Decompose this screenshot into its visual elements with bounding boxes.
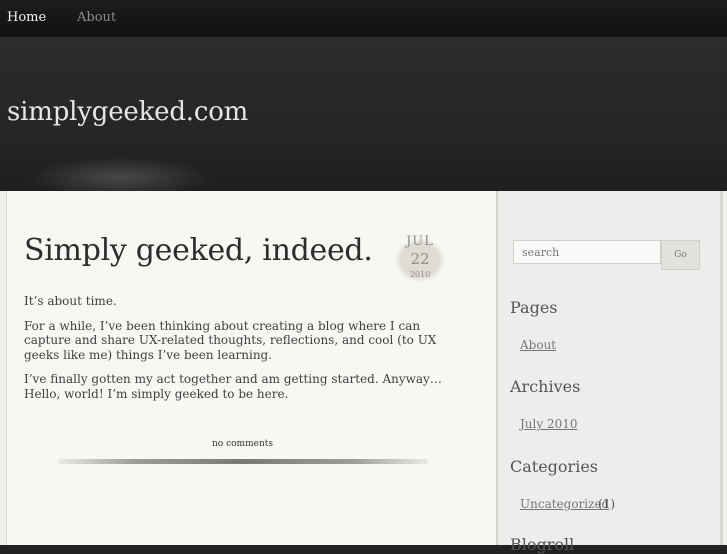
post-paragraph: For a while, I’ve been thinking about cr… xyxy=(24,318,437,362)
search-input[interactable] xyxy=(513,240,661,264)
nav-home-link[interactable]: Home xyxy=(7,10,46,25)
search-go-button[interactable]: Go xyxy=(661,240,700,270)
post-body: It’s about time. For a while, I’ve been … xyxy=(24,294,454,411)
post-date-day: 22 xyxy=(410,250,430,268)
category-count: (1) xyxy=(598,497,615,511)
post-date-month: JUL xyxy=(406,234,434,249)
archive-july-2010-link[interactable]: July 2010 xyxy=(520,417,578,431)
widget-title-categories: Categories xyxy=(510,457,598,476)
post-title[interactable]: Simply geeked, indeed. xyxy=(24,233,373,268)
widget-title-archives: Archives xyxy=(510,377,581,396)
category-uncategorized-link[interactable]: Uncategorized xyxy=(520,497,609,511)
pages-about-link[interactable]: About xyxy=(520,338,556,352)
site-title[interactable]: simplygeeked.com xyxy=(7,97,248,127)
post-divider xyxy=(58,459,428,464)
nav-about-link[interactable]: About xyxy=(77,10,116,25)
post-paragraph: It’s about time. xyxy=(24,294,117,308)
site-header: simplygeeked.com xyxy=(0,38,727,191)
top-nav: Home About xyxy=(0,0,727,38)
post-date-badge: JUL 22 2010 xyxy=(386,230,454,290)
post-date-year: 2010 xyxy=(409,270,431,279)
comments-link[interactable]: no comments xyxy=(0,439,485,449)
widget-title-pages: Pages xyxy=(510,298,558,317)
post-paragraph: I’ve finally gotten my act together and … xyxy=(24,372,442,401)
